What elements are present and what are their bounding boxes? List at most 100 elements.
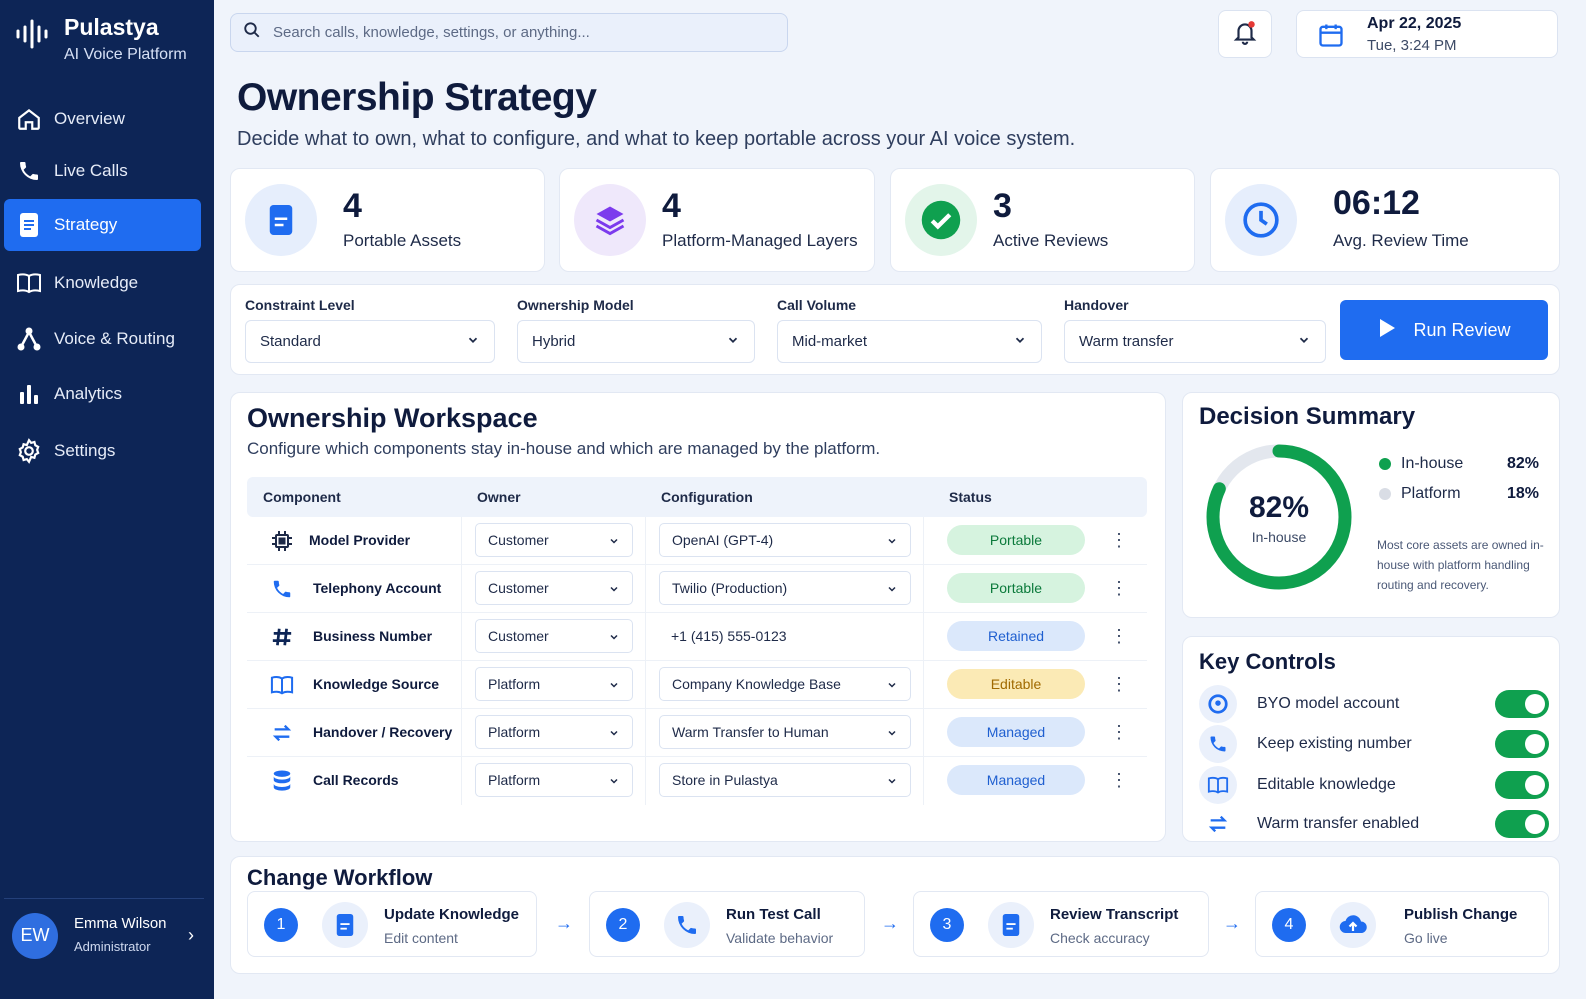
sidebar-item-live-calls[interactable]: Live Calls: [4, 145, 201, 197]
transfer-icon: [269, 721, 295, 745]
date-display: Apr 22, 2025 Tue, 3:24 PM: [1296, 10, 1558, 58]
column-header: Component: [263, 489, 341, 505]
time-text: Tue, 3:24 PM: [1367, 37, 1457, 54]
owner-select[interactable]: Platform: [475, 763, 633, 797]
more-options-icon[interactable]: ⋮: [1110, 671, 1128, 697]
component-name: Business Number: [313, 628, 433, 644]
owner-select[interactable]: Customer: [475, 571, 633, 605]
bar-chart-icon: [4, 382, 54, 406]
sidebar-item-overview[interactable]: Overview: [4, 93, 201, 145]
layers-icon: [574, 184, 646, 256]
more-options-icon[interactable]: ⋮: [1110, 623, 1128, 649]
user-role: Administrator: [74, 939, 151, 954]
step-subtitle: Edit content: [384, 930, 458, 946]
workflow-step-run-test-call[interactable]: 2 Run Test Call Validate behavior: [589, 891, 865, 957]
sidebar-item-strategy[interactable]: Strategy: [4, 199, 201, 251]
document-icon: [322, 902, 368, 948]
constraint-level-select[interactable]: Standard: [245, 320, 495, 363]
arrow-right-icon: →: [555, 913, 573, 933]
phone-icon: [4, 159, 54, 183]
owner-select[interactable]: Customer: [475, 523, 633, 557]
owner-select[interactable]: Customer: [475, 619, 633, 653]
table-row: Business Number Customer +1 (415) 555-01…: [247, 613, 1147, 661]
editable-knowledge-toggle[interactable]: [1495, 771, 1549, 799]
filter-label-constraint: Constraint Level: [245, 297, 355, 313]
search-icon: [243, 21, 261, 44]
avatar: EW: [12, 912, 58, 959]
chevron-down-icon: [886, 774, 898, 790]
more-options-icon[interactable]: ⋮: [1110, 575, 1128, 601]
sidebar-item-voice-routing[interactable]: Voice & Routing: [4, 313, 201, 365]
step-title: Publish Change: [1404, 906, 1518, 923]
control-keep-number: Keep existing number: [1199, 725, 1549, 763]
column-header: Owner: [477, 489, 521, 505]
select-value: Mid-market: [792, 333, 868, 350]
warm-transfer-toggle[interactable]: [1495, 810, 1549, 838]
component-name: Call Records: [313, 772, 399, 788]
donut-label: In-house: [1251, 529, 1307, 545]
run-review-label: Run Review: [1413, 319, 1511, 340]
select-value: Hybrid: [532, 333, 576, 350]
legend-value: 82%: [1507, 455, 1540, 472]
legend-value: 18%: [1507, 485, 1540, 502]
run-review-button[interactable]: Run Review: [1340, 300, 1548, 360]
byo-model-toggle[interactable]: [1495, 690, 1549, 718]
configuration-select[interactable]: Store in Pulastya: [659, 763, 911, 797]
configuration-select[interactable]: OpenAI (GPT-4): [659, 523, 911, 557]
decision-summary-title: Decision Summary: [1199, 403, 1416, 430]
component-name: Telephony Account: [313, 580, 442, 596]
legend-label: In-house: [1401, 455, 1464, 472]
workflow-step-review-transcript[interactable]: 3 Review Transcript Check accuracy: [913, 891, 1209, 957]
legend-dot: [1379, 488, 1391, 500]
sidebar-item-analytics[interactable]: Analytics: [4, 368, 201, 420]
more-options-icon[interactable]: ⋮: [1110, 719, 1128, 745]
owner-select[interactable]: Platform: [475, 667, 633, 701]
status-badge: Editable: [947, 669, 1085, 699]
step-number: 3: [930, 908, 964, 942]
configuration-select[interactable]: Company Knowledge Base: [659, 667, 911, 701]
filter-label-handover: Handover: [1064, 297, 1129, 313]
step-subtitle: Validate behavior: [726, 930, 834, 946]
stat-label: Platform-Managed Layers: [662, 231, 858, 250]
sidebar-item-knowledge[interactable]: Knowledge: [4, 257, 201, 309]
stat-label: Portable Assets: [343, 231, 462, 250]
chevron-down-icon: [1013, 333, 1027, 351]
handover-select[interactable]: Warm transfer: [1064, 320, 1326, 363]
table-row: Knowledge Source Platform Company Knowle…: [247, 661, 1147, 709]
status-badge: Portable: [947, 525, 1085, 555]
workflow-step-publish-change[interactable]: 4 Publish Change Go live: [1255, 891, 1549, 957]
notifications-button[interactable]: [1218, 10, 1272, 58]
document-icon: [245, 184, 317, 256]
sidebar-item-settings[interactable]: Settings: [4, 425, 201, 477]
owner-select[interactable]: Platform: [475, 715, 633, 749]
status-badge: Managed: [947, 717, 1085, 747]
status-badge: Managed: [947, 765, 1085, 795]
ownership-model-select[interactable]: Hybrid: [517, 320, 755, 363]
select-value: Twilio (Production): [672, 580, 788, 596]
play-icon: [1377, 318, 1397, 343]
search-input[interactable]: [273, 24, 753, 41]
select-value: Platform: [488, 724, 541, 740]
table-header: Component Owner Configuration Status: [247, 477, 1147, 517]
document-icon: [988, 902, 1034, 948]
search-bar[interactable]: [230, 13, 788, 52]
transfer-icon: [1199, 805, 1237, 843]
more-options-icon[interactable]: ⋮: [1110, 527, 1128, 553]
stat-value: 4: [662, 187, 681, 225]
more-options-icon[interactable]: ⋮: [1110, 767, 1128, 793]
step-number: 1: [264, 908, 298, 942]
configuration-select[interactable]: Twilio (Production): [659, 571, 911, 605]
call-volume-select[interactable]: Mid-market: [777, 320, 1042, 363]
sidebar-item-label: Overview: [54, 109, 125, 128]
select-value: Standard: [260, 333, 321, 350]
workflow-step-update-knowledge[interactable]: 1 Update Knowledge Edit content: [247, 891, 537, 957]
stat-card-avg-review-time: 06:12 Avg. Review Time: [1210, 168, 1560, 272]
donut-percent: 82%: [1248, 491, 1310, 524]
step-number: 4: [1272, 908, 1306, 942]
configuration-select[interactable]: Warm Transfer to Human: [659, 715, 911, 749]
user-name: Emma Wilson: [74, 915, 167, 932]
user-profile[interactable]: EW Emma Wilson Administrator ›: [4, 898, 204, 972]
step-subtitle: Go live: [1404, 930, 1448, 946]
keep-number-toggle[interactable]: [1495, 730, 1549, 758]
model-icon: [1199, 685, 1237, 723]
